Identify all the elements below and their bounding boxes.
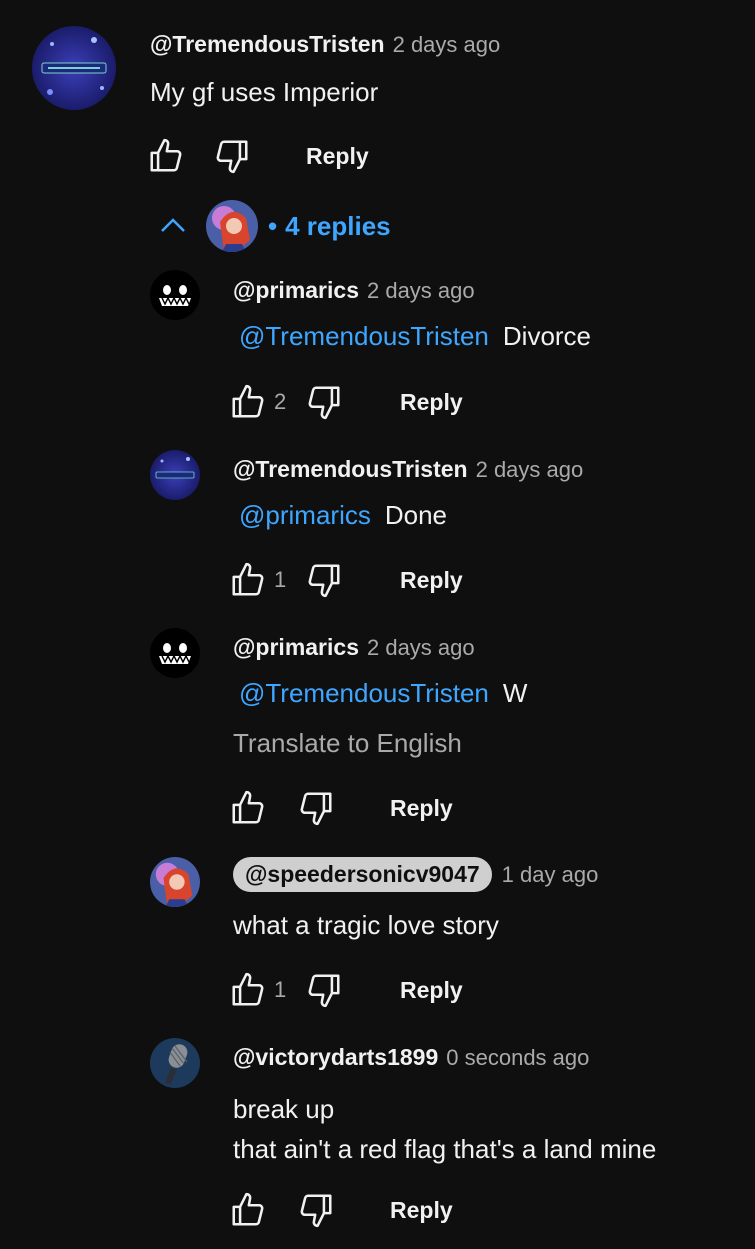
mention-link[interactable]: @primarics bbox=[239, 500, 371, 530]
thumbs-up-icon[interactable] bbox=[146, 136, 186, 176]
comment-text: what a tragic love story bbox=[233, 910, 499, 940]
comment-body: W bbox=[502, 678, 528, 708]
thumbs-down-icon[interactable] bbox=[304, 560, 344, 600]
comment-actions: 1 Reply bbox=[228, 560, 463, 600]
author-name[interactable]: @victorydarts1899 bbox=[233, 1044, 438, 1070]
reply-button[interactable]: Reply bbox=[400, 567, 463, 594]
comment-text: @TremendousTristen Divorce bbox=[233, 321, 591, 352]
thumbs-down-icon[interactable] bbox=[296, 1190, 336, 1230]
comment-line-1: break up bbox=[233, 1094, 335, 1124]
comment-line-2: that ain't a red flag that's a land mine bbox=[233, 1134, 657, 1164]
comment-header: @primarics 2 days ago bbox=[233, 634, 475, 661]
timestamp[interactable]: 0 seconds ago bbox=[446, 1045, 589, 1070]
chevron-up-icon bbox=[158, 211, 190, 242]
timestamp[interactable]: 2 days ago bbox=[367, 278, 475, 303]
thumbs-up-icon[interactable] bbox=[228, 970, 268, 1010]
thumbs-down-icon[interactable] bbox=[296, 788, 336, 828]
comment-actions: Reply bbox=[146, 136, 369, 176]
comment-body: Divorce bbox=[502, 321, 592, 351]
comment-body: Done bbox=[384, 500, 447, 530]
translate-link[interactable]: Translate to English bbox=[233, 728, 462, 759]
timestamp[interactable]: 2 days ago bbox=[393, 32, 501, 57]
avatar-victorydarts1899[interactable] bbox=[150, 1038, 200, 1088]
comment-text: @primarics Done bbox=[233, 500, 447, 531]
comment-header: @speedersonicv9047 1 day ago bbox=[233, 857, 598, 892]
reply-button[interactable]: Reply bbox=[400, 977, 463, 1004]
dot-separator: • bbox=[268, 210, 278, 241]
like-count: 2 bbox=[274, 389, 287, 414]
reply-button[interactable]: Reply bbox=[400, 389, 463, 416]
thumbs-up-icon[interactable] bbox=[228, 1190, 268, 1230]
channel-owner-badge[interactable]: @speedersonicv9047 bbox=[233, 857, 492, 892]
comment-header: @primarics 2 days ago bbox=[233, 277, 475, 304]
timestamp[interactable]: 2 days ago bbox=[476, 457, 584, 482]
thumbs-down-icon[interactable] bbox=[304, 382, 344, 422]
avatar-tremendous-tristen[interactable] bbox=[150, 450, 200, 500]
avatar-primarics[interactable] bbox=[150, 628, 200, 678]
avatar-speedersonic-mini bbox=[206, 200, 258, 252]
author-name[interactable]: @TremendousTristen bbox=[233, 456, 468, 482]
mention-link[interactable]: @TremendousTristen bbox=[239, 678, 489, 708]
comment-actions: Reply bbox=[228, 1190, 453, 1230]
comment-actions: 2 Reply bbox=[228, 382, 463, 422]
replies-toggle[interactable]: • 4 replies bbox=[158, 198, 391, 254]
comment-header: @TremendousTristen 2 days ago bbox=[150, 31, 500, 58]
comment-header: @TremendousTristen 2 days ago bbox=[233, 456, 583, 483]
like-count: 1 bbox=[274, 567, 287, 592]
author-name[interactable]: @primarics bbox=[233, 634, 359, 660]
timestamp[interactable]: 1 day ago bbox=[502, 862, 599, 887]
timestamp[interactable]: 2 days ago bbox=[367, 635, 475, 660]
avatar-tremendous-tristen[interactable] bbox=[32, 26, 116, 110]
comment-text: @TremendousTristen W bbox=[233, 678, 527, 709]
comment-header: @victorydarts1899 0 seconds ago bbox=[233, 1044, 589, 1071]
reply-button[interactable]: Reply bbox=[306, 143, 369, 170]
mention-link[interactable]: @TremendousTristen bbox=[239, 321, 489, 351]
reply-button[interactable]: Reply bbox=[390, 1197, 453, 1224]
comment-actions: Reply bbox=[228, 788, 453, 828]
avatar-speedersonicv9047[interactable] bbox=[150, 857, 200, 907]
comment-actions: 1 Reply bbox=[228, 970, 463, 1010]
author-name[interactable]: @primarics bbox=[233, 277, 359, 303]
thumbs-down-icon[interactable] bbox=[212, 136, 252, 176]
avatar-primarics[interactable] bbox=[150, 270, 200, 320]
reply-button[interactable]: Reply bbox=[390, 795, 453, 822]
comment-text: break up that ain't a red flag that's a … bbox=[233, 1089, 656, 1169]
thumbs-down-icon[interactable] bbox=[304, 970, 344, 1010]
thumbs-up-icon[interactable] bbox=[228, 560, 268, 600]
like-count: 1 bbox=[274, 977, 287, 1002]
thumbs-up-icon[interactable] bbox=[228, 382, 268, 422]
comment-text: My gf uses Imperior bbox=[150, 77, 379, 107]
author-name[interactable]: @TremendousTristen bbox=[150, 31, 385, 57]
replies-count-label: 4 replies bbox=[285, 210, 391, 241]
thumbs-up-icon[interactable] bbox=[228, 788, 268, 828]
